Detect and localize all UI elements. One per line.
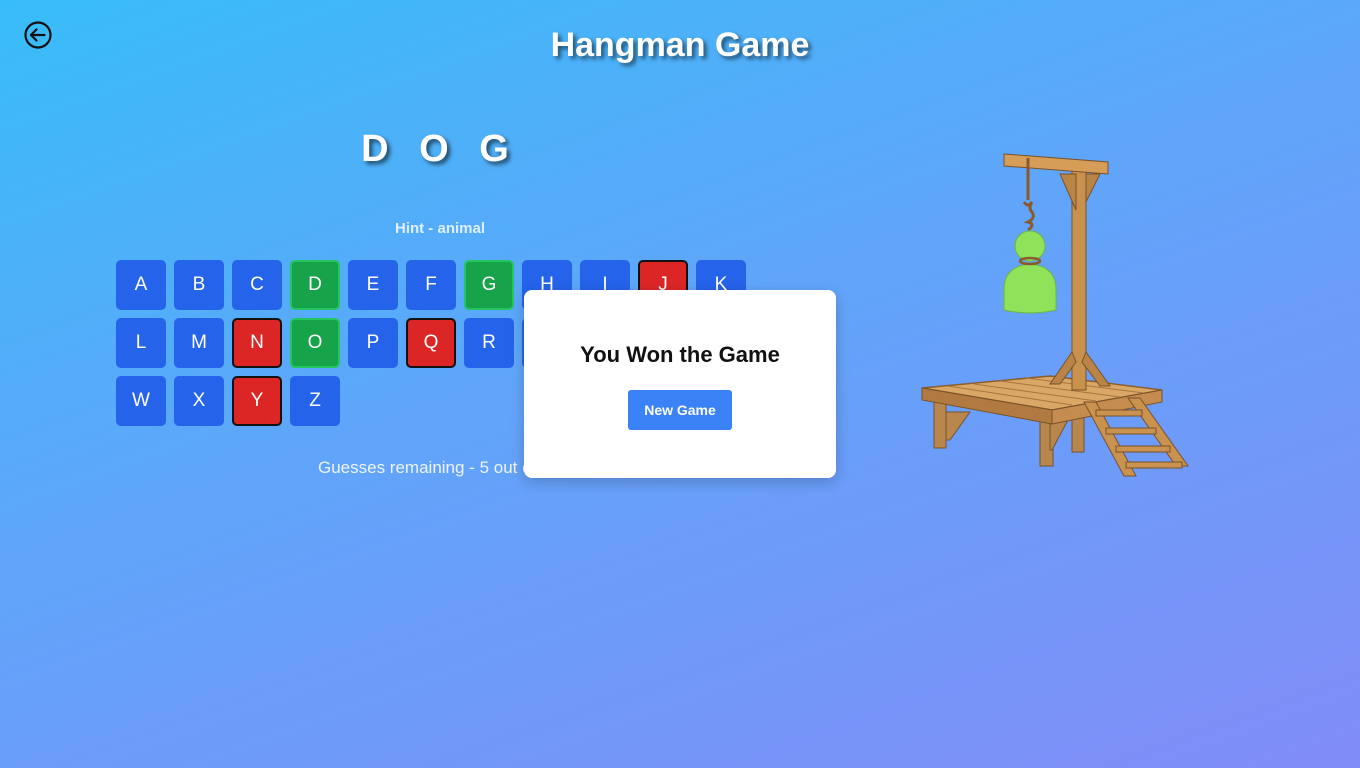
- letter-key-l[interactable]: L: [116, 318, 166, 368]
- letter-key-q[interactable]: Q: [406, 318, 456, 368]
- letter-key-y[interactable]: Y: [232, 376, 282, 426]
- win-dialog: You Won the Game New Game: [524, 290, 836, 478]
- gallows-illustration: [921, 153, 1189, 477]
- guesses-remaining: Guesses remaining - 5 out of 6: [318, 458, 551, 477]
- letter-key-r[interactable]: R: [464, 318, 514, 368]
- letter-key-m[interactable]: M: [174, 318, 224, 368]
- page-title: Hangman Game: [550, 26, 810, 64]
- win-message: You Won the Game: [580, 342, 780, 367]
- letter-key-e[interactable]: E: [348, 260, 398, 310]
- hint-text: Hint - animal: [394, 220, 485, 237]
- letter-key-z[interactable]: Z: [290, 376, 340, 426]
- letter-key-g[interactable]: G: [464, 260, 514, 310]
- letter-key-o[interactable]: O: [290, 318, 340, 368]
- letter-key-p[interactable]: P: [348, 318, 398, 368]
- new-game-button[interactable]: New Game: [628, 390, 732, 430]
- letter-key-x[interactable]: X: [174, 376, 224, 426]
- hanged-figure: [1003, 230, 1057, 314]
- letter-key-c[interactable]: C: [232, 260, 282, 310]
- rope: [1022, 158, 1035, 232]
- gallows-beam: [1003, 153, 1109, 175]
- letter-key-a[interactable]: A: [116, 260, 166, 310]
- letter-key-n[interactable]: N: [232, 318, 282, 368]
- letter-key-w[interactable]: W: [116, 376, 166, 426]
- stairs: [1083, 397, 1189, 477]
- letter-key-d[interactable]: D: [290, 260, 340, 310]
- letter-key-f[interactable]: F: [406, 260, 456, 310]
- word-display: D O G: [361, 128, 519, 170]
- letter-key-b[interactable]: B: [174, 260, 224, 310]
